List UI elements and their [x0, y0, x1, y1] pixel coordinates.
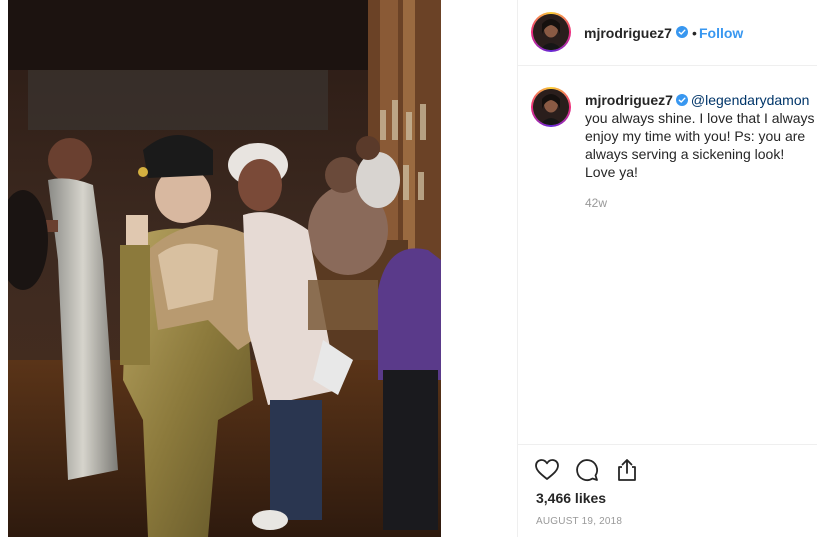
avatar[interactable]: [531, 12, 571, 52]
comment-text: you always shine. I love that I always e…: [585, 110, 815, 180]
caption-comment: mjrodriguez7 @legendarydamon you always s…: [585, 91, 815, 181]
party-photo-image: [8, 0, 441, 537]
likes-count[interactable]: 3,466 likes: [536, 490, 606, 506]
comment-age[interactable]: 42w: [585, 196, 607, 210]
post-date[interactable]: AUGUST 19, 2018: [536, 516, 622, 527]
post-sidebar: mjrodriguez7 • Follow mjrodriguez7 @legen…: [517, 0, 817, 537]
follow-button[interactable]: Follow: [699, 25, 743, 41]
header-username[interactable]: mjrodriguez7: [584, 25, 672, 41]
share-icon[interactable]: [614, 457, 640, 483]
verified-badge-icon: [676, 26, 688, 38]
mention-link[interactable]: @legendarydamon: [691, 92, 810, 108]
comment-avatar[interactable]: [531, 87, 571, 127]
page-margin: [0, 0, 8, 537]
header-separator: •: [692, 25, 697, 41]
post-photo[interactable]: [8, 0, 441, 537]
comment-username[interactable]: mjrodriguez7: [585, 92, 673, 108]
actions-divider: [518, 444, 817, 445]
comment-avatar-image: [533, 89, 569, 125]
heart-icon[interactable]: [534, 457, 560, 483]
verified-badge-icon: [675, 94, 688, 106]
post-header: mjrodriguez7 • Follow: [518, 0, 817, 66]
avatar-image: [533, 14, 569, 50]
comment-bubble-icon[interactable]: [574, 457, 600, 483]
